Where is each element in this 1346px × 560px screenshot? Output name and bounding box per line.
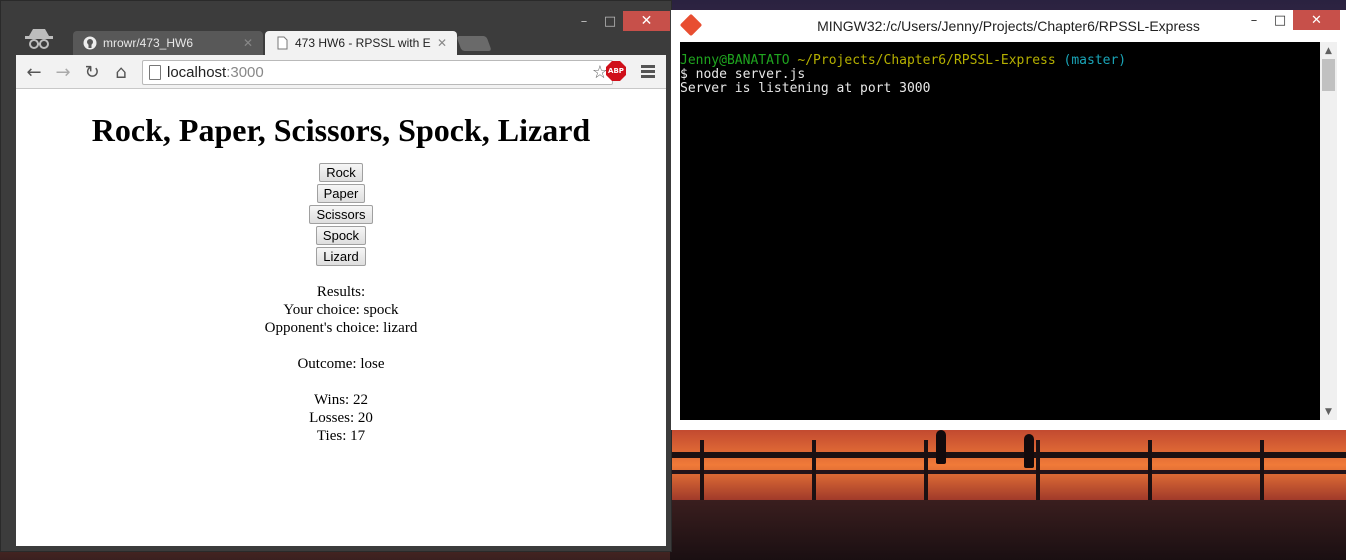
wallpaper-post	[1260, 440, 1264, 500]
maximize-button[interactable]: □	[597, 11, 623, 31]
wins-text: Wins: 22	[314, 392, 368, 408]
terminal-window-controls: – □ ✕	[1241, 10, 1340, 30]
terminal-output[interactable]: Jenny@BANATATO ~/Projects/Chapter6/RPSSL…	[680, 42, 1320, 420]
home-icon[interactable]: ⌂	[111, 61, 131, 83]
rock-button[interactable]: Rock	[319, 163, 363, 182]
scroll-up-icon[interactable]: ▲	[1320, 42, 1337, 59]
wallpaper-post	[812, 440, 816, 500]
choice-buttons: Rock Paper Scissors Spock Lizard	[16, 163, 666, 266]
reload-icon[interactable]: ↻	[82, 61, 102, 83]
terminal-titlebar: MINGW32:/c/Users/Jenny/Projects/Chapter6…	[671, 10, 1346, 42]
terminal-window: MINGW32:/c/Users/Jenny/Projects/Chapter6…	[671, 10, 1346, 430]
forward-arrow-icon[interactable]: →	[53, 61, 73, 83]
wallpaper-ground	[670, 500, 1346, 560]
browser-toolbar: ← → ↻ ⌂ localhost:3000 ☆ ABP	[16, 55, 666, 89]
new-tab-button[interactable]	[456, 36, 492, 51]
prompt-line: Jenny@BANATATO ~/Projects/Chapter6/RPSSL…	[680, 53, 1127, 68]
tab-close-icon[interactable]: ✕	[437, 36, 447, 50]
wallpaper-post	[700, 440, 704, 500]
incognito-icon	[25, 29, 53, 49]
tab-title: 473 HW6 - RPSSL with Express	[295, 36, 431, 50]
ties-text: Ties: 17	[316, 428, 366, 444]
lizard-button[interactable]: Lizard	[316, 247, 366, 266]
results-panel: Results: Your choice: spock Opponent's c…	[16, 283, 666, 445]
wallpaper-silhouette	[1024, 434, 1034, 468]
tab-title: mrowr/473_HW6	[103, 36, 194, 50]
minimize-button[interactable]: –	[571, 11, 597, 31]
outcome-text: Outcome: lose	[297, 356, 385, 372]
close-button[interactable]: ✕	[1293, 10, 1340, 30]
terminal-scrollbar[interactable]: ▲ ▼	[1320, 42, 1337, 420]
page-content: Rock, Paper, Scissors, Spock, Lizard Roc…	[16, 89, 666, 546]
maximize-button[interactable]: □	[1267, 10, 1293, 30]
wallpaper-post	[1036, 440, 1040, 500]
address-text: localhost:3000	[167, 64, 264, 81]
page-icon	[149, 65, 161, 80]
scissors-button[interactable]: Scissors	[309, 205, 373, 224]
spock-button[interactable]: Spock	[315, 226, 367, 245]
close-button[interactable]: ✕	[623, 11, 670, 31]
tab-github[interactable]: mrowr/473_HW6 ✕	[73, 31, 263, 55]
browser-window: – □ ✕ mrowr/473_HW6 ✕ 473 HW6 - RPSSL wi…	[0, 0, 672, 552]
wallpaper-post	[924, 440, 928, 500]
paper-button[interactable]: Paper	[316, 184, 366, 203]
github-icon	[83, 36, 97, 50]
scroll-down-icon[interactable]: ▼	[1320, 403, 1337, 420]
address-bar[interactable]: localhost:3000 ☆	[142, 60, 613, 85]
minimize-button[interactable]: –	[1241, 10, 1267, 30]
losses-text: Losses: 20	[309, 410, 373, 426]
opponent-choice-text: Opponent's choice: lizard	[264, 320, 418, 336]
back-arrow-icon[interactable]: ←	[24, 61, 44, 83]
server-output-line: Server is listening at port 3000	[680, 81, 931, 96]
wallpaper-railing-lower	[670, 470, 1346, 474]
wallpaper-railing	[670, 452, 1346, 458]
tab-rpssl[interactable]: 473 HW6 - RPSSL with Express ✕	[265, 31, 457, 55]
scrollbar-thumb[interactable]	[1322, 59, 1335, 91]
wallpaper-silhouette	[936, 430, 946, 464]
command-line: $ node server.js	[680, 67, 806, 82]
chrome-menu-icon[interactable]	[641, 65, 655, 80]
adblock-plus-icon[interactable]: ABP	[606, 61, 626, 81]
your-choice-text: Your choice: spock	[283, 302, 399, 318]
wallpaper-post	[1148, 440, 1152, 500]
tab-close-icon[interactable]: ✕	[243, 36, 253, 50]
page-icon	[277, 36, 288, 50]
bookmark-star-icon[interactable]: ☆	[592, 62, 608, 83]
wallpaper-sunset	[670, 430, 1346, 500]
browser-window-controls: – □ ✕	[571, 11, 670, 31]
results-label: Results:	[316, 284, 366, 300]
page-title: Rock, Paper, Scissors, Spock, Lizard	[91, 112, 591, 148]
